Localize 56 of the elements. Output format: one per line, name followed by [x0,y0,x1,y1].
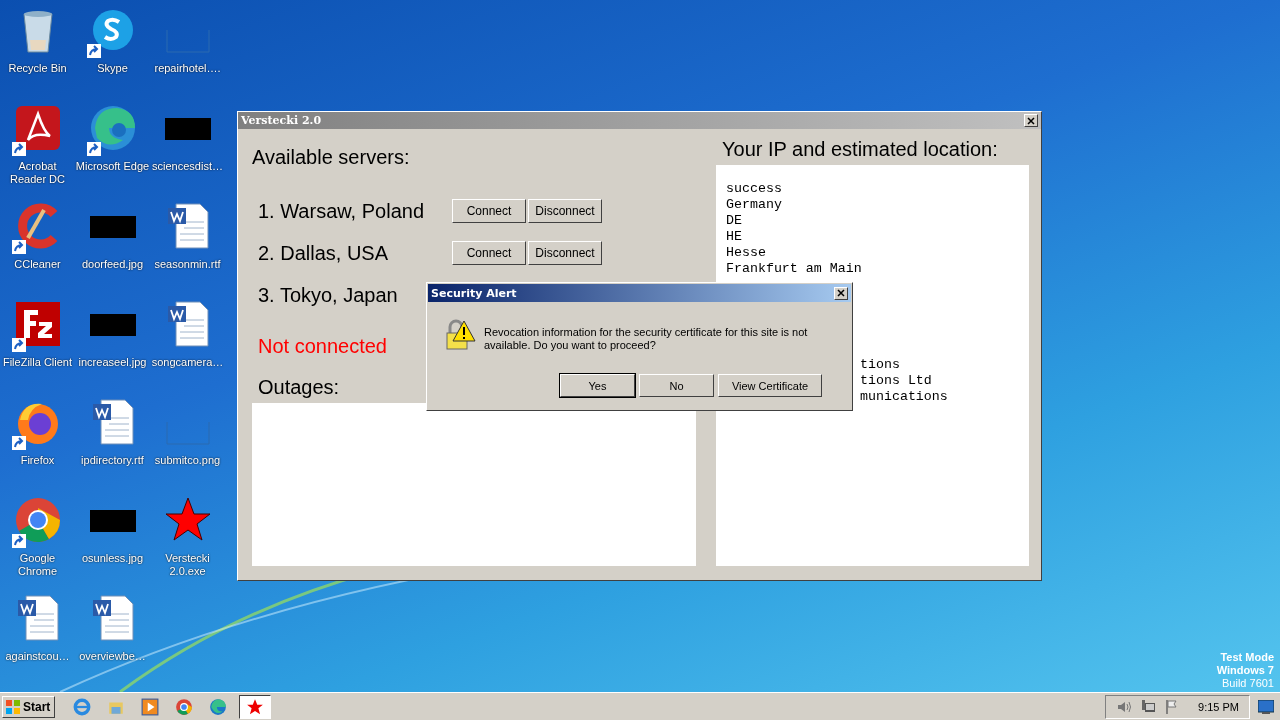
star-icon[interactable] [163,496,212,544]
disconnect-button[interactable]: Disconnect [528,199,602,223]
icon-label: overviewbe… [78,650,147,663]
ip-info-line: tions Ltd [860,373,932,389]
ip-info-line: DE [726,213,743,229]
network-icon[interactable] [1140,698,1157,715]
icon-label: againstcou… [4,650,71,663]
icon-label: seasonmin.rtf [153,258,222,271]
close-button[interactable] [834,286,848,300]
ip-info-line: munications [860,389,948,405]
icon-label: submitco.png [153,454,222,467]
ip-heading: Your IP and estimated location: [722,137,999,161]
icon-label: songcamera… [150,356,225,369]
icon-label: ipdirectory.rtf [80,454,145,467]
servers-heading: Available servers: [252,145,411,169]
os-info-text: Windows 7 [1216,664,1274,677]
icon-label: Skype [96,62,129,75]
icon-label: increaseel.jpg [77,356,148,369]
icon-label: Firefox [19,454,56,467]
icon-label: Microsoft Edge [75,160,150,173]
ip-info-line: Frankfurt am Main [726,261,863,277]
close-button[interactable] [1024,114,1038,127]
connection-status: Not connected [258,335,387,358]
icon-label: doorfeed.jpg [80,258,145,271]
disconnect-button[interactable]: Disconnect [528,241,602,265]
ip-info-line: Hesse [726,245,767,261]
os-info-text: Build 7601 [1222,677,1274,690]
clock[interactable]: 9:15 PM [1198,700,1239,713]
dialog-button[interactable]: View Certificate [718,374,822,397]
ip-info-line: Germany [726,197,783,213]
icon-label: osunless.jpg [80,552,145,565]
warning-lock-icon [444,319,476,351]
dialog-title: Security Alert [431,286,517,300]
outages-heading: Outages: [258,376,340,399]
icon-label: Recycle Bin [7,62,68,75]
icon-label: FileZilla Client [1,356,74,369]
icon-label: Google Chrome [16,552,59,578]
dialog-button[interactable]: Yes [560,374,635,397]
connect-button[interactable]: Connect [452,241,526,265]
icon-label: repairhotel…. [153,62,222,75]
icon-label: Acrobat Reader DC [9,160,66,186]
icon-label: sciencesdist… [151,160,224,173]
connect-button[interactable]: Connect [452,199,526,223]
alert-message: Revocation information for the security certificate for this site is not available. Do you want to proceed? [484,325,809,352]
server-name: 1. Warsaw, Poland [257,199,425,223]
server-name: 2. Dallas, USA [257,241,390,265]
windows-logo-icon [5,698,21,715]
ip-info-line: tions [860,357,900,373]
icon-label: Verstecki 2.0.exe [164,552,211,578]
os-info-text: Test Mode [1220,651,1274,664]
icon-label: CCleaner [13,258,62,271]
ip-info-line: success [726,181,783,197]
ip-info-line: HE [726,229,743,245]
dialog-button[interactable]: No [639,374,714,397]
start-button[interactable]: Start [2,695,56,718]
window-title: Verstecki 2.0 [241,114,322,127]
